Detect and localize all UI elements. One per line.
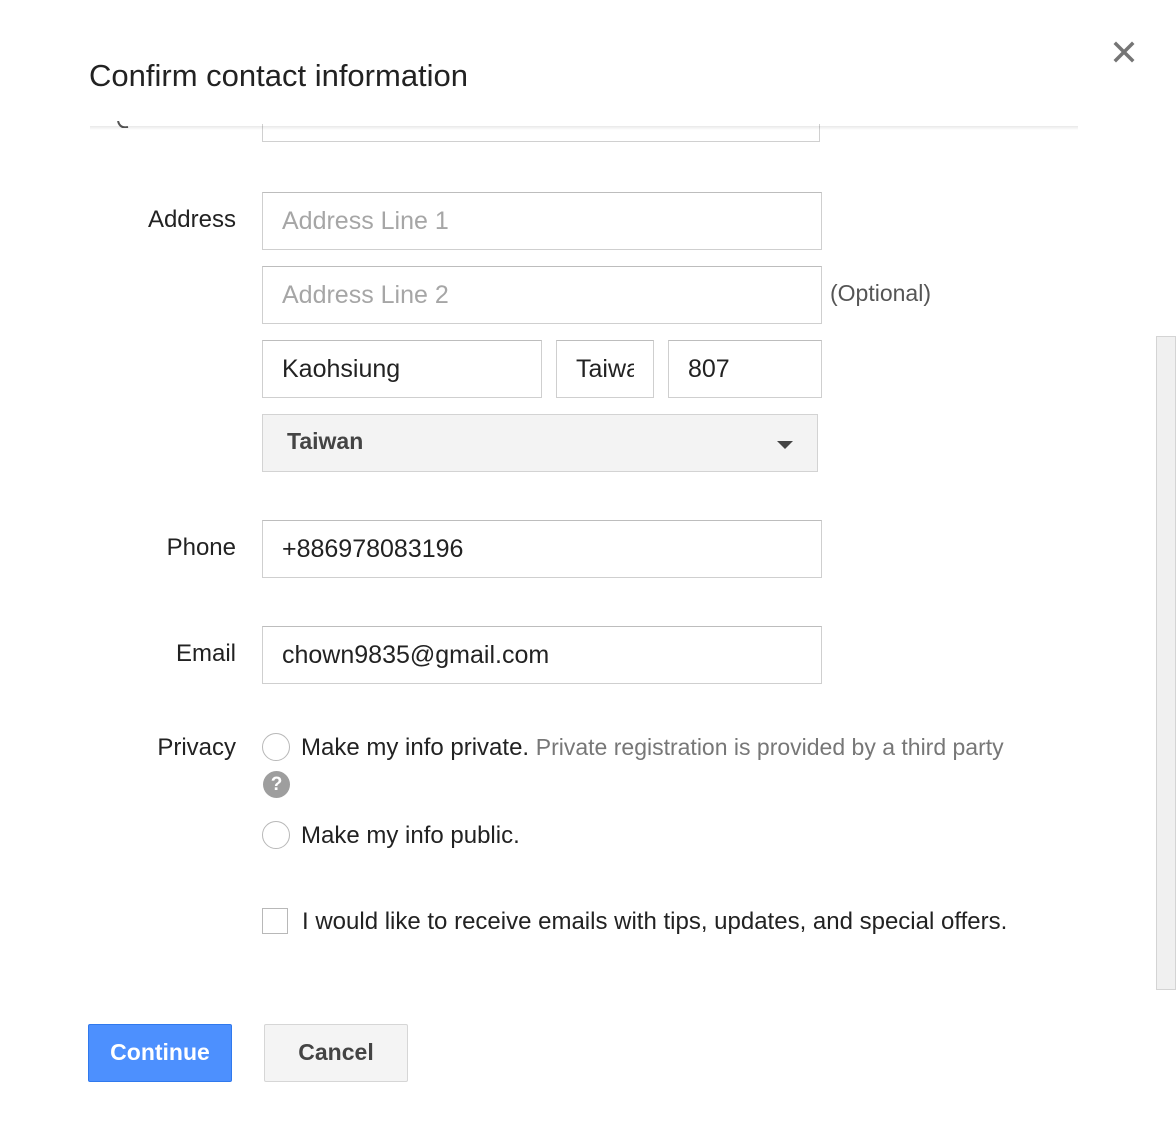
- country-select-value: Taiwan: [287, 428, 364, 454]
- email-label: Email: [175, 640, 236, 667]
- dialog-title: Confirm contact information: [89, 58, 469, 93]
- close-icon[interactable]: [1108, 36, 1140, 68]
- postal-code-input[interactable]: [668, 340, 822, 398]
- address-line1-input[interactable]: [262, 192, 822, 250]
- country-select[interactable]: Taiwan: [262, 414, 818, 472]
- newsletter-label[interactable]: I would like to receive emails with tips…: [262, 904, 1022, 940]
- address-line2-input[interactable]: [262, 266, 822, 324]
- privacy-label: Privacy: [157, 734, 236, 761]
- address-label: Address: [147, 206, 236, 233]
- optional-note: (Optional): [830, 280, 931, 306]
- city-input[interactable]: [262, 340, 542, 398]
- header-divider: [90, 126, 1078, 130]
- help-icon[interactable]: ?: [263, 771, 290, 798]
- email-input[interactable]: [262, 626, 822, 684]
- privacy-private-note: Private registration is provided by a th…: [535, 734, 1004, 760]
- scrollbar[interactable]: [1156, 336, 1176, 990]
- cancel-button[interactable]: Cancel: [264, 1024, 408, 1082]
- privacy-public-label[interactable]: Make my info public.: [301, 822, 520, 850]
- phone-input[interactable]: [262, 520, 822, 578]
- privacy-private-option[interactable]: Make my info private. Private registrati…: [301, 734, 1004, 762]
- continue-button[interactable]: Continue: [88, 1024, 232, 1082]
- state-input[interactable]: [556, 340, 654, 398]
- privacy-private-radio[interactable]: [262, 733, 290, 761]
- privacy-public-radio[interactable]: [262, 821, 290, 849]
- chevron-down-icon: [777, 441, 793, 449]
- privacy-private-label: Make my info private.: [301, 734, 530, 761]
- phone-label: Phone: [166, 534, 236, 561]
